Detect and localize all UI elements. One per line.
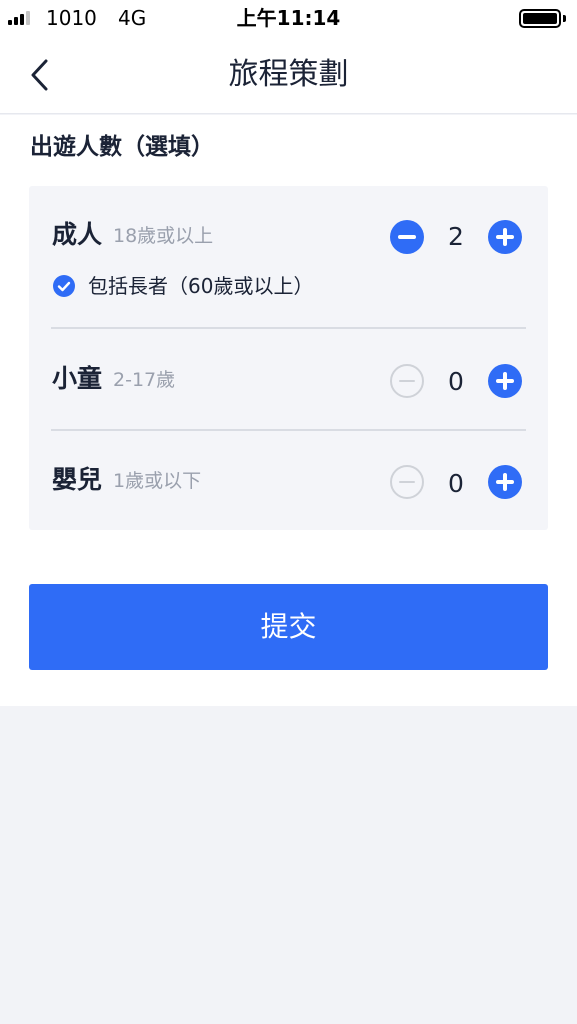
infant-count: 0 (448, 469, 464, 498)
page-title: 旅程策劃 (228, 57, 349, 92)
minus-icon (399, 481, 415, 483)
adult-increment-button[interactable] (488, 220, 522, 254)
child-label: 小童 (52, 364, 103, 393)
minus-icon (399, 380, 415, 382)
child-increment-button[interactable] (488, 364, 522, 398)
section-title: 出遊人數（選填） (30, 134, 214, 160)
adult-label: 成人 (52, 220, 103, 249)
infant-label: 嬰兒 (52, 465, 103, 494)
battery-cap (563, 15, 566, 22)
child-age-range: 2-17歲 (113, 369, 176, 391)
infant-age-range: 1歲或以下 (113, 470, 202, 492)
status-bar: 1010 4G 上午11:14 (0, 0, 577, 36)
plus-icon (503, 473, 507, 491)
senior-option-label[interactable]: 包括長者（60歲或以上） (88, 273, 313, 299)
plus-icon (503, 228, 507, 246)
adult-age-range: 18歲或以上 (113, 225, 214, 247)
infant-decrement-button[interactable] (390, 465, 424, 499)
adult-count: 2 (448, 222, 464, 251)
screen: 1010 4G 上午11:14 旅程策劃 出遊人數（選填） 成人 18歲或以上 … (0, 0, 577, 1024)
senior-checkbox[interactable] (53, 275, 75, 297)
check-icon (57, 281, 71, 292)
submit-button[interactable]: 提交 (29, 584, 548, 670)
traveller-card: 成人 18歲或以上 2 包括長者（60歲或以上） 小童 2-17歲 0 嬰兒 1… (29, 186, 548, 530)
divider (51, 429, 526, 431)
nav-bar: 旅程策劃 (0, 36, 577, 114)
divider (51, 327, 526, 329)
infant-increment-button[interactable] (488, 465, 522, 499)
main-panel: 出遊人數（選填） 成人 18歲或以上 2 包括長者（60歲或以上） 小童 2-1… (0, 115, 577, 706)
plus-icon (503, 372, 507, 390)
child-decrement-button[interactable] (390, 364, 424, 398)
child-count: 0 (448, 367, 464, 396)
status-time: 上午11:14 (236, 6, 341, 30)
battery-icon (519, 9, 561, 28)
minus-icon (398, 235, 416, 239)
adult-decrement-button[interactable] (390, 220, 424, 254)
